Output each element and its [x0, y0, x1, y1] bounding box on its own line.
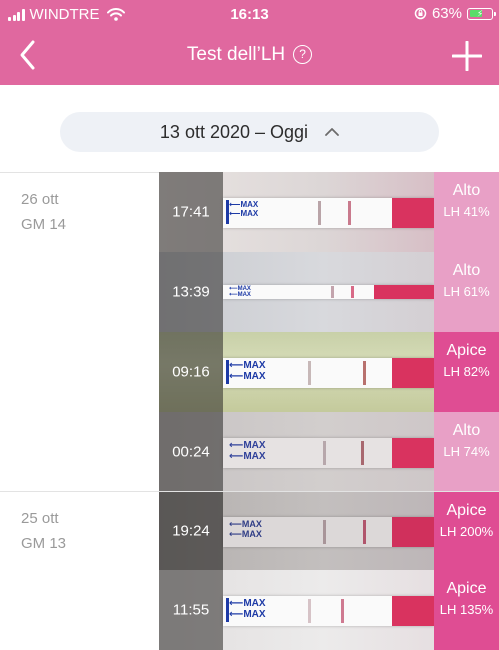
lh-percentage: LH 74%	[443, 444, 490, 459]
test-strip-image: ⟵MAX ⟵MAX	[223, 198, 434, 228]
battery-icon: ⚡	[467, 7, 496, 20]
rotation-lock-icon	[414, 7, 427, 20]
page-title-wrap: Test dell’LH?	[0, 44, 499, 66]
lh-result: Apice LH 200%	[434, 492, 499, 570]
page-title: Test dell’LH	[186, 44, 286, 65]
test-time: 00:24	[172, 443, 210, 461]
chevron-up-icon	[325, 128, 339, 136]
lh-result: Apice LH 135%	[434, 570, 499, 650]
nav-bar: Test dell’LH?	[0, 28, 499, 85]
date-range-label: 13 ott 2020 – Oggi	[159, 122, 309, 142]
test-line	[363, 520, 366, 544]
test-strip-image: ⟵MAX ⟵MAX	[223, 596, 434, 626]
test-strip-image: ⟵MAX ⟵MAX	[223, 438, 434, 468]
strip-end	[392, 517, 434, 547]
test-row[interactable]: ⟵MAX ⟵MAX 00:24	[159, 412, 434, 492]
lh-level: Apice	[446, 342, 487, 359]
strip-max-mark: ⟵MAX ⟵MAX	[229, 360, 266, 382]
status-bar: WINDTRE 16:13 63% ⚡	[0, 0, 499, 28]
test-time: 19:24	[172, 522, 210, 540]
lh-percentage: LH 41%	[443, 204, 490, 219]
strip-max-mark: ⟵MAX ⟵MAX	[229, 519, 262, 539]
lh-result: Alto LH 61%	[434, 252, 499, 332]
lh-level: Apice	[446, 502, 487, 519]
battery-percent: 63%	[431, 5, 462, 22]
cycle-day: GM 14	[21, 216, 67, 233]
test-row[interactable]: ⟵MAX ⟵MAX 09:16	[159, 332, 434, 412]
lh-level: Alto	[452, 262, 481, 279]
lh-percentage: LH 61%	[443, 284, 490, 299]
control-line	[331, 286, 334, 298]
plus-icon	[451, 40, 483, 72]
test-strip-image: ⟵MAX ⟵MAX	[223, 358, 434, 388]
test-line	[351, 286, 354, 298]
lh-result: Alto LH 74%	[434, 412, 499, 492]
control-line	[323, 520, 326, 544]
test-row[interactable]: ⟵MAX ⟵MAX 17:41	[159, 172, 434, 252]
day-date: 26 ott	[21, 191, 59, 208]
lh-level: Apice	[446, 580, 487, 597]
strip-end	[392, 198, 434, 228]
strip-max-mark: ⟵MAX ⟵MAX	[229, 200, 259, 218]
test-row[interactable]: ⟵MAX ⟵MAX 19:24	[159, 492, 434, 570]
strip-max-mark: ⟵MAX ⟵MAX	[229, 440, 266, 462]
control-line	[308, 361, 311, 385]
test-row[interactable]: ⟵MAX ⟵MAX 11:55	[159, 570, 434, 650]
lh-level: Alto	[452, 182, 481, 199]
lh-percentage: LH 200%	[439, 524, 494, 539]
test-time: 13:39	[172, 283, 210, 301]
test-time: 09:16	[172, 363, 210, 381]
charging-icon: ⚡	[476, 8, 484, 18]
status-right: 63% ⚡	[414, 5, 496, 22]
question-circle-icon[interactable]: ?	[293, 45, 313, 64]
day-label-25-ott: 25 ott GM 13	[21, 506, 66, 556]
strip-end	[392, 438, 434, 468]
strip-max-mark: ⟵MAX ⟵MAX	[229, 598, 266, 620]
strip-end	[392, 596, 434, 626]
strip-end	[374, 285, 434, 299]
strip-end	[392, 358, 434, 388]
test-line	[341, 599, 344, 623]
control-line	[308, 599, 311, 623]
day-label-26-ott: 26 ott GM 14	[21, 187, 66, 237]
date-range-selector[interactable]: 13 ott 2020 – Oggi	[60, 112, 439, 152]
lh-percentage: LH 82%	[443, 364, 490, 379]
test-line	[361, 441, 364, 465]
test-row[interactable]: ⟵MAX ⟵MAX 13:39	[159, 252, 434, 332]
lh-result: Alto LH 41%	[434, 172, 499, 252]
lh-result: Apice LH 82%	[434, 332, 499, 412]
test-line	[363, 361, 366, 385]
app-header: WINDTRE 16:13 63% ⚡ Test dell’LH ?	[0, 0, 499, 85]
test-line	[348, 201, 351, 225]
test-time: 17:41	[172, 203, 210, 221]
test-strip-image: ⟵MAX ⟵MAX	[223, 285, 434, 299]
strip-max-mark: ⟵MAX ⟵MAX	[229, 286, 251, 298]
control-line	[318, 201, 321, 225]
test-time: 11:55	[172, 601, 210, 619]
add-test-button[interactable]	[451, 40, 483, 72]
cycle-day: GM 13	[21, 535, 67, 552]
day-date: 25 ott	[21, 510, 59, 527]
test-strip-image: ⟵MAX ⟵MAX	[223, 517, 434, 547]
lh-percentage: LH 135%	[439, 602, 494, 617]
lh-level: Alto	[452, 422, 481, 439]
control-line	[323, 441, 326, 465]
